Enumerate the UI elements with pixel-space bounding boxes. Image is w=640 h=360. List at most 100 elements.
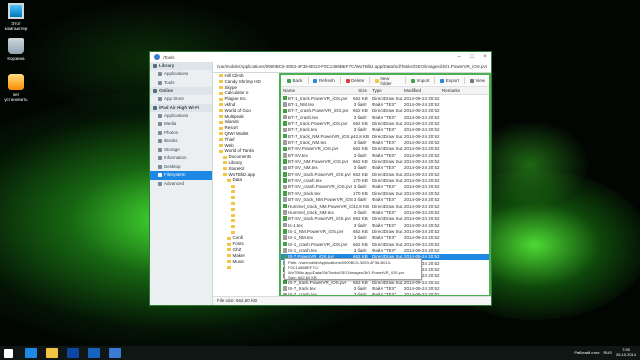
tray-desktop-label[interactable]: Рабочий стол <box>574 350 599 355</box>
file-type: Файл "TEX" <box>372 184 397 190</box>
sidebar-item[interactable]: Applications <box>150 70 212 79</box>
file-modified: 2014-09-24 20:52 <box>404 279 440 285</box>
file-name-cell: IS-1_NM.PowerVR_iOS.pvr <box>281 229 353 234</box>
photoshop-icon[interactable] <box>67 348 79 358</box>
folder-icon <box>231 230 235 234</box>
toolbar-button-back-arrow[interactable]: Back <box>283 76 307 85</box>
file-name-cell: Hummel_track_NM.tex <box>281 210 353 215</box>
toolbar-button-import[interactable]: Import <box>407 76 433 85</box>
file-size: 3 байт <box>353 165 367 171</box>
sidebar-item[interactable]: Storage <box>150 146 212 155</box>
image-file-icon <box>283 279 287 285</box>
toolbar-button-view[interactable]: View <box>466 76 489 85</box>
minimize-icon[interactable]: – <box>453 52 465 62</box>
word-icon[interactable] <box>88 348 100 358</box>
folder-icon <box>231 190 235 194</box>
column-header-size[interactable]: Size <box>353 88 370 93</box>
text-file-icon <box>283 184 287 190</box>
sidebar-item[interactable]: Tools <box>150 79 212 88</box>
file-list-header: Name Size Type Modified Remarks <box>281 87 489 95</box>
toolbar-button-delete[interactable]: Delete <box>342 76 369 85</box>
file-name-cell: BT-7_crash.PowerVR_iOS.pvr <box>281 108 353 113</box>
image-file-icon <box>283 203 287 209</box>
sidebar-section-header[interactable]: Online <box>150 87 212 95</box>
file-type: Файл "TEX" <box>372 140 397 146</box>
desktop-icon-label: Этот компьютер <box>4 21 28 31</box>
language-indicator[interactable]: RUS <box>604 350 612 355</box>
folder-icon <box>231 213 235 217</box>
desktop-icon-user[interactable]: ser установить <box>3 74 29 102</box>
sidebar-item-label: Information <box>164 155 187 160</box>
toolbar-button-export[interactable]: Export <box>436 76 463 85</box>
sidebar-item-label: iPad Air High Wi-Fi <box>159 104 200 110</box>
path-bar[interactable]: /var/mobile/Applications/0900BC5-3053-4F… <box>213 62 491 73</box>
column-header-type[interactable]: Type <box>370 88 404 93</box>
close-icon[interactable]: × <box>479 52 491 62</box>
file-type: Файл "TEX" <box>372 197 397 203</box>
file-name: BT-7_track_NM.tex <box>288 140 327 146</box>
file-modified: 2014-09-24 20:52 <box>404 171 440 177</box>
toolbar-button-new-folder[interactable]: New folder <box>371 76 404 86</box>
clock[interactable]: 7:55 26.10.2014 <box>616 347 636 357</box>
toolbar-button-label: Back <box>292 78 303 83</box>
start-icon[interactable] <box>4 348 13 358</box>
sidebar-item-label: Advanced <box>164 180 185 186</box>
sidebar-item[interactable]: Media <box>150 120 212 129</box>
text-file-icon <box>283 197 287 202</box>
apps-icon <box>158 72 162 77</box>
folder-tree[interactable]: Hill Climb Candy Shrimp HD Skype Calculator… <box>213 73 280 297</box>
desktop-icon-computer[interactable]: Этот компьютер <box>3 3 29 31</box>
file-modified: 2014-09-24 20:52 <box>404 228 440 234</box>
image-file-icon <box>283 241 287 247</box>
sidebar-item[interactable]: iBooks <box>150 137 212 146</box>
ie-icon[interactable] <box>25 348 37 358</box>
sidebar-section-header[interactable]: Library <box>150 62 212 70</box>
itools-icon[interactable] <box>109 348 121 358</box>
tree-node[interactable] <box>213 264 279 270</box>
sidebar-item[interactable]: Filesystem <box>150 171 212 180</box>
file-modified: 2014-09-24 20:52 <box>404 102 440 108</box>
sidebar-item[interactable]: Desktop <box>150 163 212 172</box>
ipad-icon <box>153 105 157 110</box>
folder-icon <box>231 201 235 205</box>
file-size: 42,8 KB <box>353 203 370 209</box>
file-name: BT-SV_track.PowerVR_iOS.pvr <box>288 216 352 222</box>
sidebar-item[interactable]: App Store <box>150 95 212 104</box>
sidebar-item[interactable]: Advanced <box>150 180 212 189</box>
sidebar-item[interactable]: Information <box>150 154 212 163</box>
taskbar: Рабочий стол RUS 7:55 26.10.2014 <box>0 346 640 360</box>
file-size: 3 байт <box>353 127 367 133</box>
toolbar-button-refresh[interactable]: Refresh <box>309 76 338 85</box>
title-bar[interactable]: iTools – □ × <box>150 52 491 62</box>
sidebar-item[interactable]: Photos <box>150 129 212 138</box>
toolbar-separator <box>434 77 436 84</box>
column-header-name[interactable]: Name <box>281 88 353 93</box>
tools-icon <box>158 80 162 85</box>
column-header-modified[interactable]: Modified <box>404 88 442 93</box>
sidebar-item-label: Applications <box>164 112 189 118</box>
file-name-cell: IS-7_track.tex <box>281 286 353 291</box>
folder-icon <box>219 80 223 84</box>
sidebar-item[interactable]: Applications <box>150 112 212 121</box>
file-name-cell: BT-SV_track.tex <box>281 191 353 196</box>
column-header-remarks[interactable]: Remarks <box>442 88 489 93</box>
explorer-icon[interactable] <box>46 348 58 358</box>
file-tooltip: Path: /var/mobile/Applications/0900BC5-3… <box>284 258 422 280</box>
folder-icon <box>231 184 235 188</box>
file-name: BT-1_NM.tex <box>288 102 315 108</box>
maximize-icon[interactable]: □ <box>466 52 478 62</box>
sidebar: Library Applications Tools Online App Store i… <box>150 62 213 305</box>
image-file-icon <box>283 229 287 234</box>
folder-icon <box>231 207 235 211</box>
sidebar-section-header[interactable]: iPad Air High Wi-Fi <box>150 103 212 112</box>
file-modified: 2014-09-24 20:52 <box>404 209 440 215</box>
image-file-icon <box>283 146 287 152</box>
file-name-cell: IS-1_crash.tex <box>281 248 353 253</box>
desktop-icon-recycle-bin[interactable]: Корзина <box>3 38 29 61</box>
file-name-cell: BT-SV.PowerVR_iOS.pvr <box>281 146 353 151</box>
storage-icon <box>158 147 162 152</box>
books-icon <box>158 139 162 144</box>
file-name-cell: IS-1_NM.tex <box>281 235 353 240</box>
file-type: DirectDraw Sur... <box>372 95 404 101</box>
folder-icon <box>219 91 223 95</box>
